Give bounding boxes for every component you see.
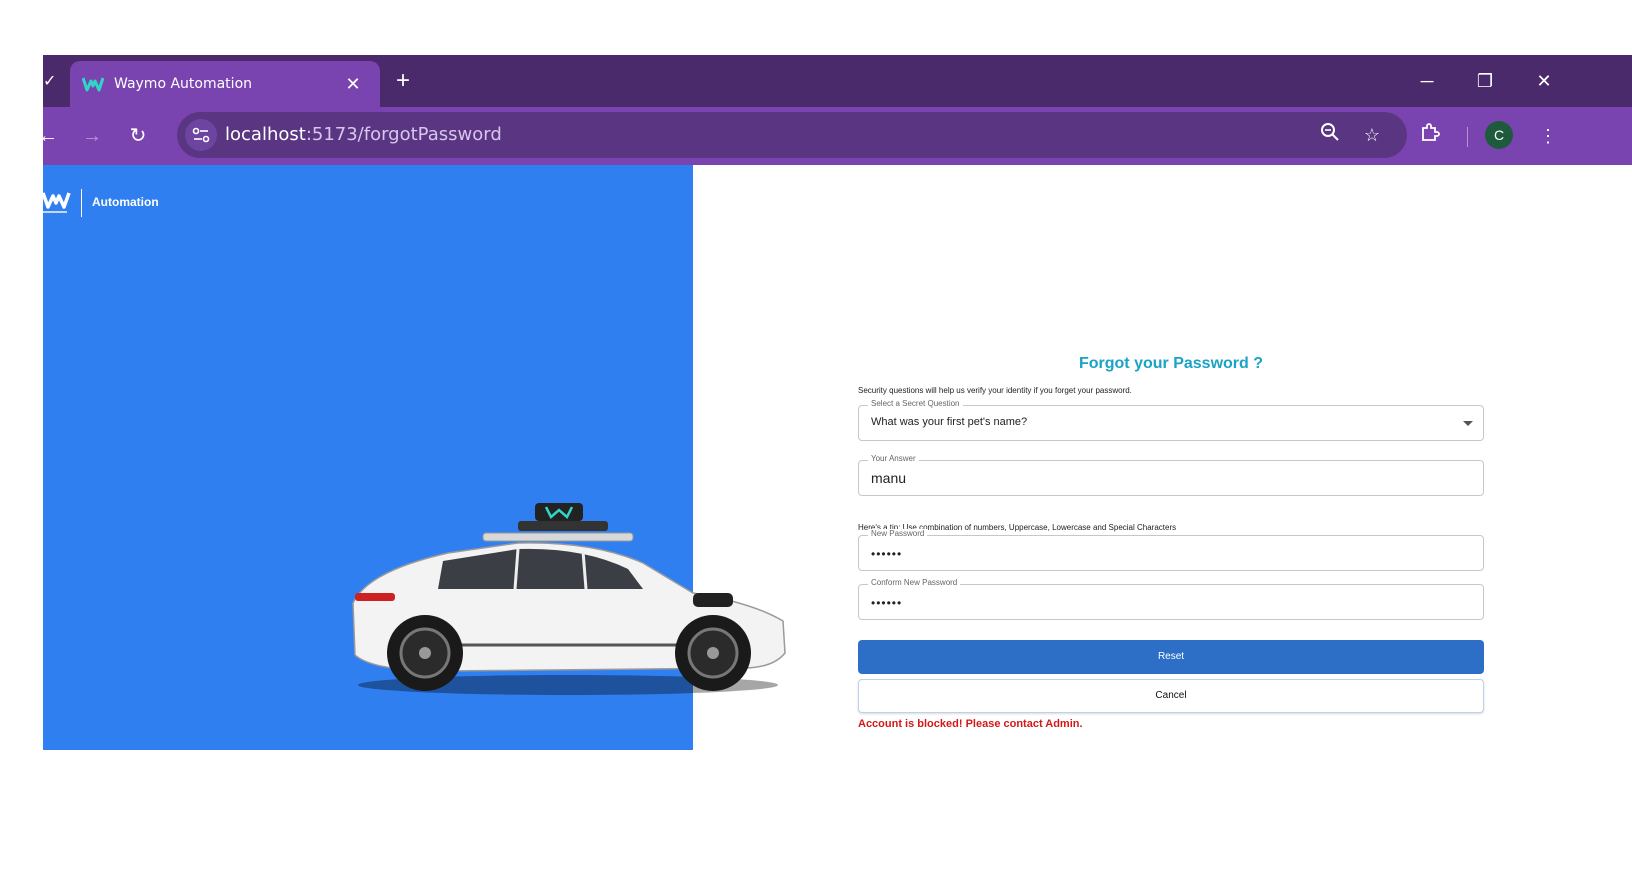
bookmark-star-icon[interactable]: ☆ bbox=[1359, 122, 1385, 148]
waymo-favicon-icon bbox=[82, 77, 104, 92]
address-bar[interactable]: localhost:5173/forgotPassword ☆ bbox=[177, 112, 1407, 158]
url-path: :5173/forgotPassword bbox=[305, 124, 502, 145]
answer-input[interactable]: Your Answer manu bbox=[858, 454, 1484, 496]
minimize-icon[interactable]: ─ bbox=[1409, 65, 1445, 97]
zoom-icon[interactable] bbox=[1317, 122, 1343, 148]
secret-question-label: Select a Secret Question bbox=[868, 399, 963, 408]
tab-title: Waymo Automation bbox=[114, 76, 253, 92]
confirm-password-value: •••••• bbox=[871, 596, 903, 610]
profile-avatar[interactable]: C bbox=[1485, 121, 1513, 149]
forgot-password-form: Forgot your Password ? Security question… bbox=[858, 165, 1484, 750]
cancel-button[interactable]: Cancel bbox=[858, 679, 1484, 713]
menu-kebab-icon[interactable]: ⋮ bbox=[1533, 121, 1563, 151]
tab-waymo-automation[interactable]: Waymo Automation ✕ bbox=[70, 61, 380, 107]
close-window-icon[interactable]: ✕ bbox=[1526, 65, 1562, 97]
new-password-value: •••••• bbox=[871, 547, 903, 561]
extensions-icon[interactable] bbox=[1415, 121, 1445, 151]
tab-close-icon[interactable]: ✕ bbox=[340, 71, 366, 97]
forward-icon[interactable]: → bbox=[77, 121, 107, 151]
toolbar-divider bbox=[1467, 127, 1468, 147]
car-image bbox=[352, 503, 786, 695]
secret-question-select[interactable]: Select a Secret Question What was your f… bbox=[858, 399, 1484, 441]
dropdown-caret-icon bbox=[1463, 421, 1473, 426]
browser-toolbar: ← → ↻ localhost:5173/forgotPassword ☆ C … bbox=[38, 107, 1632, 165]
brand-separator bbox=[81, 189, 82, 217]
new-tab-button[interactable]: + bbox=[389, 67, 417, 95]
page-content: Automation Forgot your Password ? Securi… bbox=[43, 165, 1632, 750]
site-info-icon[interactable] bbox=[185, 119, 217, 151]
reset-button[interactable]: Reset bbox=[858, 640, 1484, 674]
page-title: Forgot your Password ? bbox=[1078, 355, 1263, 372]
answer-label: Your Answer bbox=[868, 454, 919, 463]
new-password-label: New Password bbox=[868, 529, 928, 538]
tab-bar: ✓ Waymo Automation ✕ + ─ ❐ ✕ bbox=[43, 55, 1632, 107]
waymo-logo-icon bbox=[43, 192, 71, 213]
error-message: Account is blocked! Please contact Admin… bbox=[858, 718, 1083, 730]
confirm-password-input[interactable]: Conform New Password •••••• bbox=[858, 578, 1484, 620]
brand-text: Automation bbox=[92, 195, 159, 209]
url-host: localhost bbox=[225, 124, 306, 145]
confirm-password-label: Conform New Password bbox=[868, 578, 961, 587]
answer-value: manu bbox=[871, 470, 907, 486]
secret-question-value: What was your first pet's name? bbox=[871, 416, 1028, 428]
tab-search-button[interactable]: ✓ bbox=[43, 55, 71, 107]
url-text: localhost:5173/forgotPassword bbox=[225, 124, 502, 145]
restore-icon[interactable]: ❐ bbox=[1467, 65, 1503, 97]
chevron-down-icon: ✓ bbox=[43, 73, 57, 90]
new-password-input[interactable]: New Password •••••• bbox=[858, 529, 1484, 571]
reload-icon[interactable]: ↻ bbox=[123, 121, 153, 151]
form-subtitle: Security questions will help us verify y… bbox=[858, 386, 1132, 395]
browser-window: ✓ Waymo Automation ✕ + ─ ❐ ✕ ← → ↻ local… bbox=[38, 55, 1632, 750]
back-icon[interactable]: ← bbox=[33, 121, 63, 151]
